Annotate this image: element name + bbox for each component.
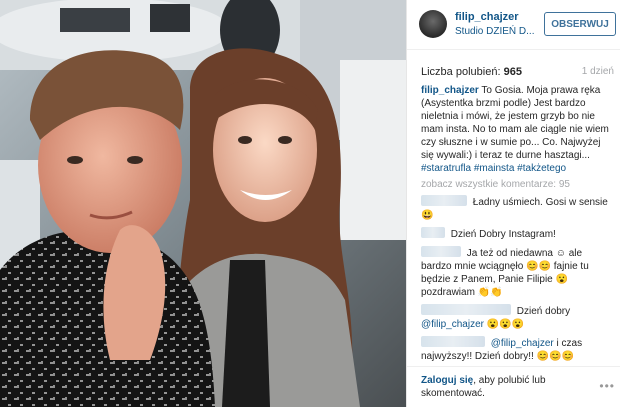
likes-label: Liczba polubień: [421, 66, 501, 78]
caption-text: To Gosia. Moja prawa ręka (Asystentka br… [421, 85, 609, 161]
blurred-username[interactable] [421, 304, 511, 315]
surprised-emoji-icon: 😮😮😮 [486, 319, 525, 330]
post-photo[interactable] [0, 0, 406, 407]
comment-item: @filip_chajzer i czas najwyższy!! Dzień … [421, 336, 611, 363]
likes-count: Liczba polubień: 965 [421, 66, 522, 78]
avatar[interactable] [419, 10, 447, 38]
blurred-username[interactable] [421, 227, 445, 238]
selfie-image [0, 0, 406, 407]
location-link[interactable]: Studio DZIEŃ D... [455, 26, 534, 37]
view-all-comments-link[interactable]: zobacz wszystkie komentarze: 95 [421, 179, 611, 190]
follow-button[interactable]: OBSERWUJ [544, 12, 616, 36]
blurred-username[interactable] [421, 246, 461, 257]
post-caption: filip_chajzer To Gosia. Moja prawa ręka … [421, 84, 611, 175]
blurred-username[interactable] [421, 336, 485, 347]
login-link[interactable]: Zaloguj się [421, 375, 473, 386]
likes-number[interactable]: 965 [504, 66, 522, 78]
post-header: filip_chajzer Studio DZIEŃ D... OBSERWUJ [407, 0, 620, 50]
comment-item: Ładny uśmiech. Gosi w sensie 😃 [421, 195, 611, 222]
smile-emoji-icon: 😊😊😊 [536, 351, 574, 362]
more-dots-icon[interactable]: ••• [599, 379, 615, 393]
comment-text: Dzień dobry [516, 306, 571, 317]
post-details-panel: filip_chajzer Studio DZIEŃ D... OBSERWUJ… [406, 0, 620, 407]
blurred-username[interactable] [421, 195, 467, 206]
comment-item: Ja też od niedawna ☺ ale bardzo mnie wci… [421, 246, 611, 299]
username-link[interactable]: filip_chajzer [455, 11, 519, 23]
caption-username[interactable]: filip_chajzer [421, 85, 479, 96]
comment-item: Dzień Dobry Instagram! [421, 227, 611, 241]
comment-text: Ładny uśmiech. Gosi w sensie [472, 197, 608, 208]
mention-link[interactable]: @filip_chajzer [491, 338, 554, 349]
post-footer: Zaloguj się, aby polubić lub skomentować… [407, 366, 620, 407]
hashtag[interactable]: #takżetego [517, 163, 566, 174]
comment-text: Dzień Dobry Instagram! [450, 229, 556, 240]
mention-link[interactable]: @filip_chajzer [421, 319, 484, 330]
hashtag[interactable]: #mainsta [474, 163, 515, 174]
comments-list[interactable]: filip_chajzer To Gosia. Moja prawa ręka … [421, 84, 611, 366]
login-prompt: Zaloguj się, aby polubić lub skomentować… [421, 374, 581, 400]
smile-emoji-icon: 😃 [421, 210, 434, 221]
comment-item: Dzień dobry @filip_chajzer 😮😮😮 [421, 304, 611, 331]
hashtag[interactable]: #staratrufla [421, 163, 471, 174]
post-age[interactable]: 1 dzień [582, 66, 614, 77]
